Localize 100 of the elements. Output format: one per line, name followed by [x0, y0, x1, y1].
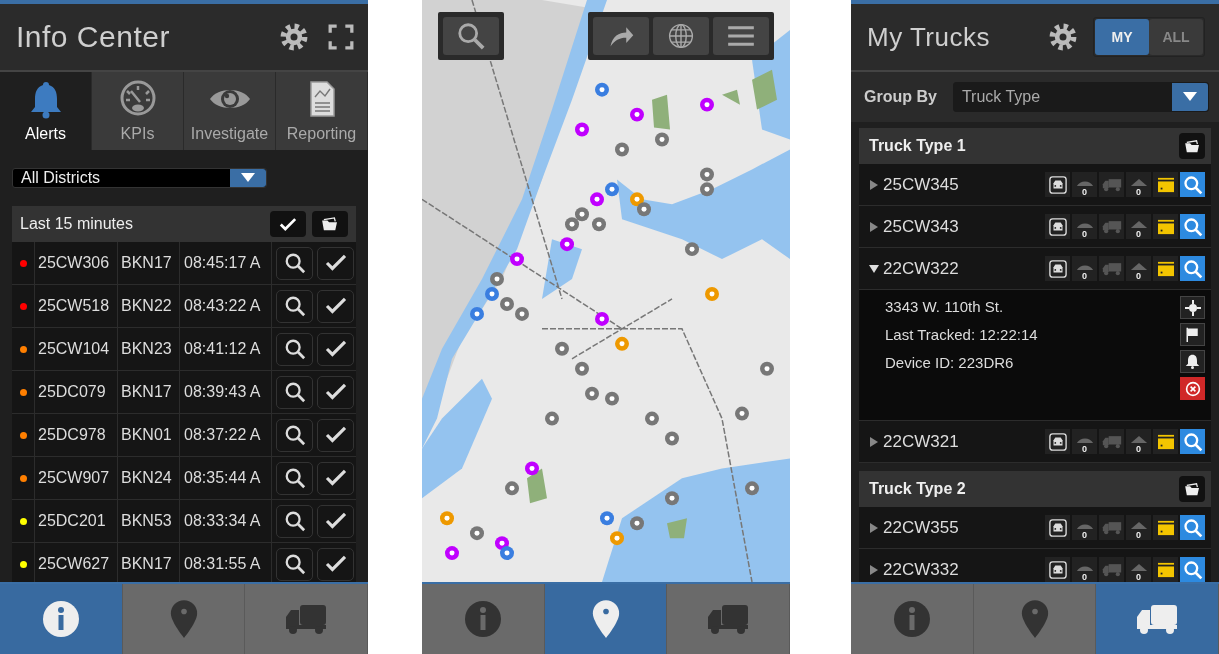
share-button[interactable] [593, 17, 649, 55]
nav-tab[interactable] [544, 584, 668, 654]
search-icon [1182, 174, 1203, 195]
table-cell: 08:37:22 A [180, 414, 272, 456]
truck-row[interactable]: 22CW321 0 0 [859, 421, 1211, 463]
table-cell: 08:39:43 A [180, 371, 272, 413]
search-icon [283, 252, 306, 274]
screen-title: My Trucks [867, 21, 991, 53]
nav-tab[interactable] [1096, 584, 1219, 654]
folder-button[interactable] [312, 211, 348, 237]
truck-icon [1101, 520, 1122, 535]
truck-icon [1101, 219, 1122, 234]
truck-row[interactable]: 22CW322 0 0 [859, 248, 1211, 290]
group-by-select[interactable]: Truck Type [952, 82, 1209, 112]
settings-icon[interactable] [1049, 23, 1077, 51]
house-roof-icon [1129, 178, 1148, 187]
truck-id: 25CW343 [883, 216, 960, 237]
acknowledge-button[interactable] [317, 289, 354, 323]
acknowledge-button[interactable] [317, 504, 354, 538]
truck-row[interactable]: 22CW332 0 0 [859, 549, 1211, 582]
table-cell: 25DC978 [35, 414, 118, 456]
checkmark-icon [324, 426, 347, 444]
search-button[interactable] [276, 246, 313, 280]
count-label: 0 [1082, 229, 1087, 239]
search-icon [283, 467, 306, 489]
settings-icon[interactable] [280, 23, 308, 51]
acknowledge-button[interactable] [317, 246, 354, 280]
checkmark-icon [324, 512, 347, 530]
truck-row[interactable]: 22CW355 0 0 [859, 507, 1211, 549]
search-button[interactable] [276, 504, 313, 538]
truck-icon [706, 603, 751, 635]
table-cell: BKN53 [118, 500, 180, 542]
acknowledge-button[interactable] [317, 375, 354, 409]
card-icon [1156, 561, 1175, 578]
count-label: 0 [1082, 572, 1087, 582]
count-label: 0 [1136, 444, 1141, 454]
nav-tab[interactable] [0, 584, 123, 654]
fullscreen-icon[interactable] [328, 24, 354, 50]
tab[interactable]: KPIs [92, 72, 184, 150]
truck-icon [1101, 261, 1122, 276]
truck-row[interactable]: 25CW345 0 0 [859, 164, 1211, 206]
house-roof-icon [1129, 262, 1148, 271]
search-button[interactable] [276, 375, 313, 409]
menu-button[interactable] [713, 17, 769, 55]
collapsed-triangle-icon[interactable] [869, 436, 879, 447]
search-button[interactable] [276, 461, 313, 495]
search-icon [283, 381, 306, 403]
search-button[interactable] [276, 418, 313, 452]
acknowledge-button[interactable] [317, 461, 354, 495]
count-label: 0 [1136, 187, 1141, 197]
card-icon [1156, 519, 1175, 536]
globe-button[interactable] [653, 17, 709, 55]
table-cell: BKN01 [118, 414, 180, 456]
folder-button[interactable] [1179, 133, 1205, 159]
acknowledge-button[interactable] [317, 332, 354, 366]
checkmark-icon [324, 254, 347, 272]
expanded-triangle-icon[interactable] [869, 263, 879, 274]
table-cell: 25DC201 [35, 500, 118, 542]
truck-row[interactable]: 25CW343 0 0 [859, 206, 1211, 248]
table-cell: BKN24 [118, 457, 180, 499]
acknowledge-button[interactable] [317, 418, 354, 452]
collapsed-triangle-icon[interactable] [869, 221, 879, 232]
car-icon [1048, 518, 1067, 537]
flag-icon [1185, 327, 1200, 342]
menu-icon [726, 25, 756, 47]
count-label: 0 [1136, 530, 1141, 540]
table-cell: 08:43:22 A [180, 285, 272, 327]
search-button[interactable] [276, 289, 313, 323]
truck-id: 22CW355 [883, 517, 960, 538]
collapsed-triangle-icon[interactable] [869, 564, 879, 575]
flag-button[interactable] [1180, 323, 1205, 346]
folder-button[interactable] [1179, 476, 1205, 502]
car-icon [1048, 432, 1067, 451]
collapsed-triangle-icon[interactable] [869, 522, 879, 533]
group-name: Truck Type 1 [869, 137, 967, 155]
truck-icon [284, 603, 329, 635]
count-label: 0 [1136, 229, 1141, 239]
search-button[interactable] [276, 547, 313, 581]
group-name: Truck Type 2 [869, 480, 967, 498]
checkmark-icon [324, 383, 347, 401]
acknowledge-button[interactable] [317, 547, 354, 581]
district-select[interactable]: All Districts [12, 168, 267, 188]
info-icon [462, 599, 503, 639]
acknowledge-all-button[interactable] [270, 211, 306, 237]
tab[interactable]: Reporting [276, 72, 368, 150]
filter-toggle-button[interactable]: MY [1095, 19, 1149, 55]
search-button[interactable] [276, 332, 313, 366]
locate-button[interactable] [1180, 296, 1205, 319]
tab[interactable]: Investigate [184, 72, 276, 150]
table-cell: 08:33:34 A [180, 500, 272, 542]
map-pin-icon [168, 598, 199, 640]
map-pin-icon [590, 598, 621, 640]
truck-id: 22CW321 [883, 431, 960, 452]
collapsed-triangle-icon[interactable] [869, 179, 879, 190]
table-cell: BKN17 [118, 371, 180, 413]
count-label: 0 [1136, 271, 1141, 281]
truck-id: 22CW322 [883, 258, 960, 279]
car-icon [1048, 175, 1067, 194]
remove-button[interactable] [1180, 377, 1205, 400]
alert-button[interactable] [1180, 350, 1205, 373]
